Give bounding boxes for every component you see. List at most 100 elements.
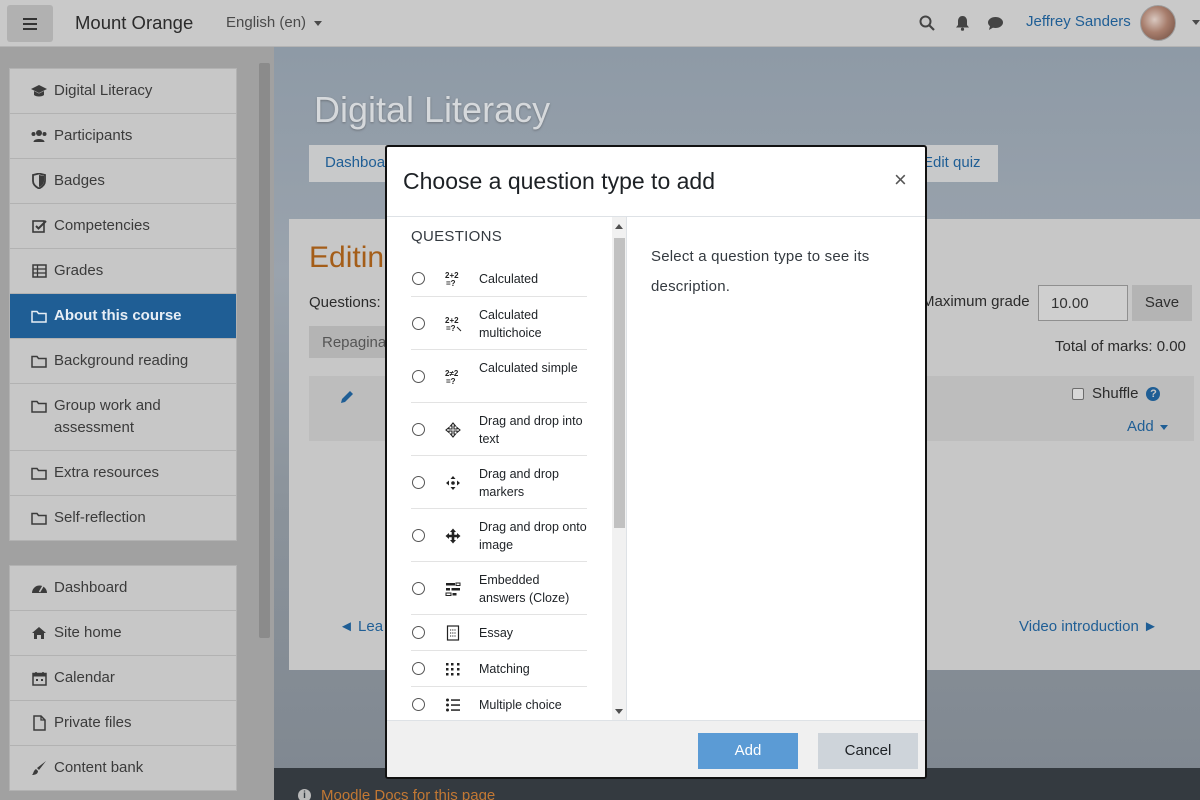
sidebar-item-background-reading[interactable]: Background reading xyxy=(10,339,236,384)
nav-drawer: Digital Literacy Participants Badges Compet… xyxy=(0,47,274,800)
question-type-option[interactable]: Multiple choice xyxy=(411,687,587,720)
pencil-icon[interactable] xyxy=(339,389,355,405)
question-type-label: Calculated simple xyxy=(479,360,578,375)
question-type-option[interactable]: Drag and drop onto image xyxy=(411,509,587,562)
page-title: Digital Literacy xyxy=(314,89,551,130)
drag-drop-text-icon xyxy=(444,421,462,439)
docs-link[interactable]: i Moodle Docs for this page xyxy=(298,787,495,800)
question-list-heading: QUESTIONS xyxy=(411,228,503,245)
chevron-down-icon xyxy=(1159,424,1168,430)
calculated-multichoice-icon: 2+2 =? xyxy=(444,315,462,333)
question-type-label: Multiple choice xyxy=(479,698,562,712)
sidebar-item-calendar[interactable]: Calendar xyxy=(10,656,236,701)
question-type-radio[interactable] xyxy=(412,662,425,675)
question-type-option[interactable]: 2+2 =? Calculated multichoice xyxy=(411,297,587,350)
sidebar-item-label: Badges xyxy=(54,172,105,189)
essay-icon xyxy=(444,624,462,642)
add-menu[interactable]: Add xyxy=(1127,418,1168,435)
drag-drop-image-icon xyxy=(444,527,462,545)
question-type-option[interactable]: Essay xyxy=(411,615,587,651)
avatar[interactable] xyxy=(1140,5,1176,41)
sidebar-item-label: Group work and assessment xyxy=(54,397,161,436)
calculated-simple-icon: 2≠2 =? xyxy=(444,368,462,386)
folder-icon xyxy=(30,397,48,415)
sidebar-item-self-reflection[interactable]: Self-reflection xyxy=(10,496,236,540)
question-type-radio[interactable] xyxy=(412,626,425,639)
sidebar-item-label: Dashboard xyxy=(54,579,128,596)
message-icon[interactable] xyxy=(985,13,1005,33)
list-scrollbar-thumb[interactable] xyxy=(614,238,625,528)
sidebar-item-label: Background reading xyxy=(54,352,189,369)
question-type-option[interactable]: Drag and drop markers xyxy=(411,456,587,509)
prev-activity-link[interactable]: ◄ Lea xyxy=(339,618,383,635)
question-type-label: Matching xyxy=(479,662,530,676)
scroll-up-icon[interactable] xyxy=(615,224,623,229)
help-icon[interactable]: ? xyxy=(1146,386,1161,401)
cloze-icon xyxy=(444,580,462,598)
svg-text:=?: =? xyxy=(446,279,456,288)
question-type-radio[interactable] xyxy=(412,272,425,285)
sidebar-item-extra-resources[interactable]: Extra resources xyxy=(10,451,236,496)
max-grade-input[interactable]: 10.00 xyxy=(1038,285,1128,321)
question-type-option[interactable]: Drag and drop into text xyxy=(411,403,587,456)
question-type-radio[interactable] xyxy=(412,316,425,330)
sidebar-item-site-home[interactable]: Site home xyxy=(10,611,236,656)
matching-icon xyxy=(444,660,462,678)
language-menu[interactable]: English (en) xyxy=(226,14,323,31)
svg-text:=?: =? xyxy=(446,377,456,386)
question-type-list: QUESTIONS 2+2 =? Calculated 2+2 =? Calculated… xyxy=(387,217,627,720)
sidebar-item-private-files[interactable]: Private files xyxy=(10,701,236,746)
sidebar-item-label: Grades xyxy=(54,262,104,279)
bell-icon[interactable] xyxy=(952,13,972,33)
cancel-button[interactable]: Cancel xyxy=(818,733,918,769)
question-type-option[interactable]: Embedded answers (Cloze) xyxy=(411,562,587,615)
sidebar-item-about-this-course[interactable]: About this course xyxy=(10,294,236,339)
question-type-radio[interactable] xyxy=(412,698,425,711)
question-type-option[interactable]: 2+2 =? Calculated xyxy=(411,261,587,297)
chevron-down-icon[interactable] xyxy=(1192,20,1200,25)
question-type-radio[interactable] xyxy=(412,422,425,436)
sidebar-item-label: Site home xyxy=(54,624,122,641)
course-nav-group: Digital Literacy Participants Badges Compet… xyxy=(9,68,237,541)
language-label: English (en) xyxy=(226,14,307,31)
home-icon xyxy=(30,624,48,642)
navbar: Mount Orange English (en) Jeffrey Sander… xyxy=(0,0,1200,47)
sidebar-item-label: Private files xyxy=(54,714,132,731)
question-type-radio[interactable] xyxy=(412,369,425,383)
sidebar-item-group-work-and-assessment[interactable]: Group work and assessment xyxy=(10,384,236,451)
sidebar-item-participants[interactable]: Participants xyxy=(10,114,236,159)
question-type-radio[interactable] xyxy=(412,528,425,542)
scroll-down-icon[interactable] xyxy=(615,709,623,714)
sidebar-item-grades[interactable]: Grades xyxy=(10,249,236,294)
sidebar-item-badges[interactable]: Badges xyxy=(10,159,236,204)
question-type-radio[interactable] xyxy=(412,475,425,489)
sidebar-item-competencies[interactable]: Competencies xyxy=(10,204,236,249)
question-type-option[interactable]: 2≠2 =? Calculated simple xyxy=(411,350,587,403)
tachometer-icon xyxy=(30,579,48,597)
next-activity-link[interactable]: Video introduction ► xyxy=(1019,618,1158,635)
user-name[interactable]: Jeffrey Sanders xyxy=(1026,13,1131,30)
folder-icon xyxy=(30,352,48,370)
site-brand[interactable]: Mount Orange xyxy=(75,12,193,34)
question-type-label: Drag and drop into text xyxy=(479,413,583,446)
drawer-scrollbar[interactable] xyxy=(259,63,270,638)
total-marks: Total of marks: 0.00 xyxy=(1055,338,1186,355)
sidebar-item-digital-literacy[interactable]: Digital Literacy xyxy=(10,69,236,114)
sidebar-item-label: Competencies xyxy=(54,217,150,234)
breadcrumb-edit-quiz[interactable]: Edit quiz xyxy=(923,154,981,171)
folder-icon xyxy=(30,464,48,482)
breadcrumb-dashboard[interactable]: Dashboa xyxy=(325,154,385,171)
file-icon xyxy=(30,714,48,732)
search-icon[interactable] xyxy=(917,13,937,33)
save-button[interactable]: Save xyxy=(1132,285,1192,321)
add-button[interactable]: Add xyxy=(698,733,798,769)
sidebar-item-dashboard[interactable]: Dashboard xyxy=(10,566,236,611)
question-type-radio[interactable] xyxy=(412,581,425,595)
question-type-option[interactable]: Matching xyxy=(411,651,587,687)
questions-count-label: Questions: xyxy=(309,294,381,311)
drawer-toggle-button[interactable] xyxy=(7,5,53,42)
sidebar-item-content-bank[interactable]: Content bank xyxy=(10,746,236,790)
shuffle-checkbox[interactable] xyxy=(1072,387,1084,400)
close-icon[interactable]: × xyxy=(894,169,907,191)
modal-header: Choose a question type to add × xyxy=(387,147,925,217)
